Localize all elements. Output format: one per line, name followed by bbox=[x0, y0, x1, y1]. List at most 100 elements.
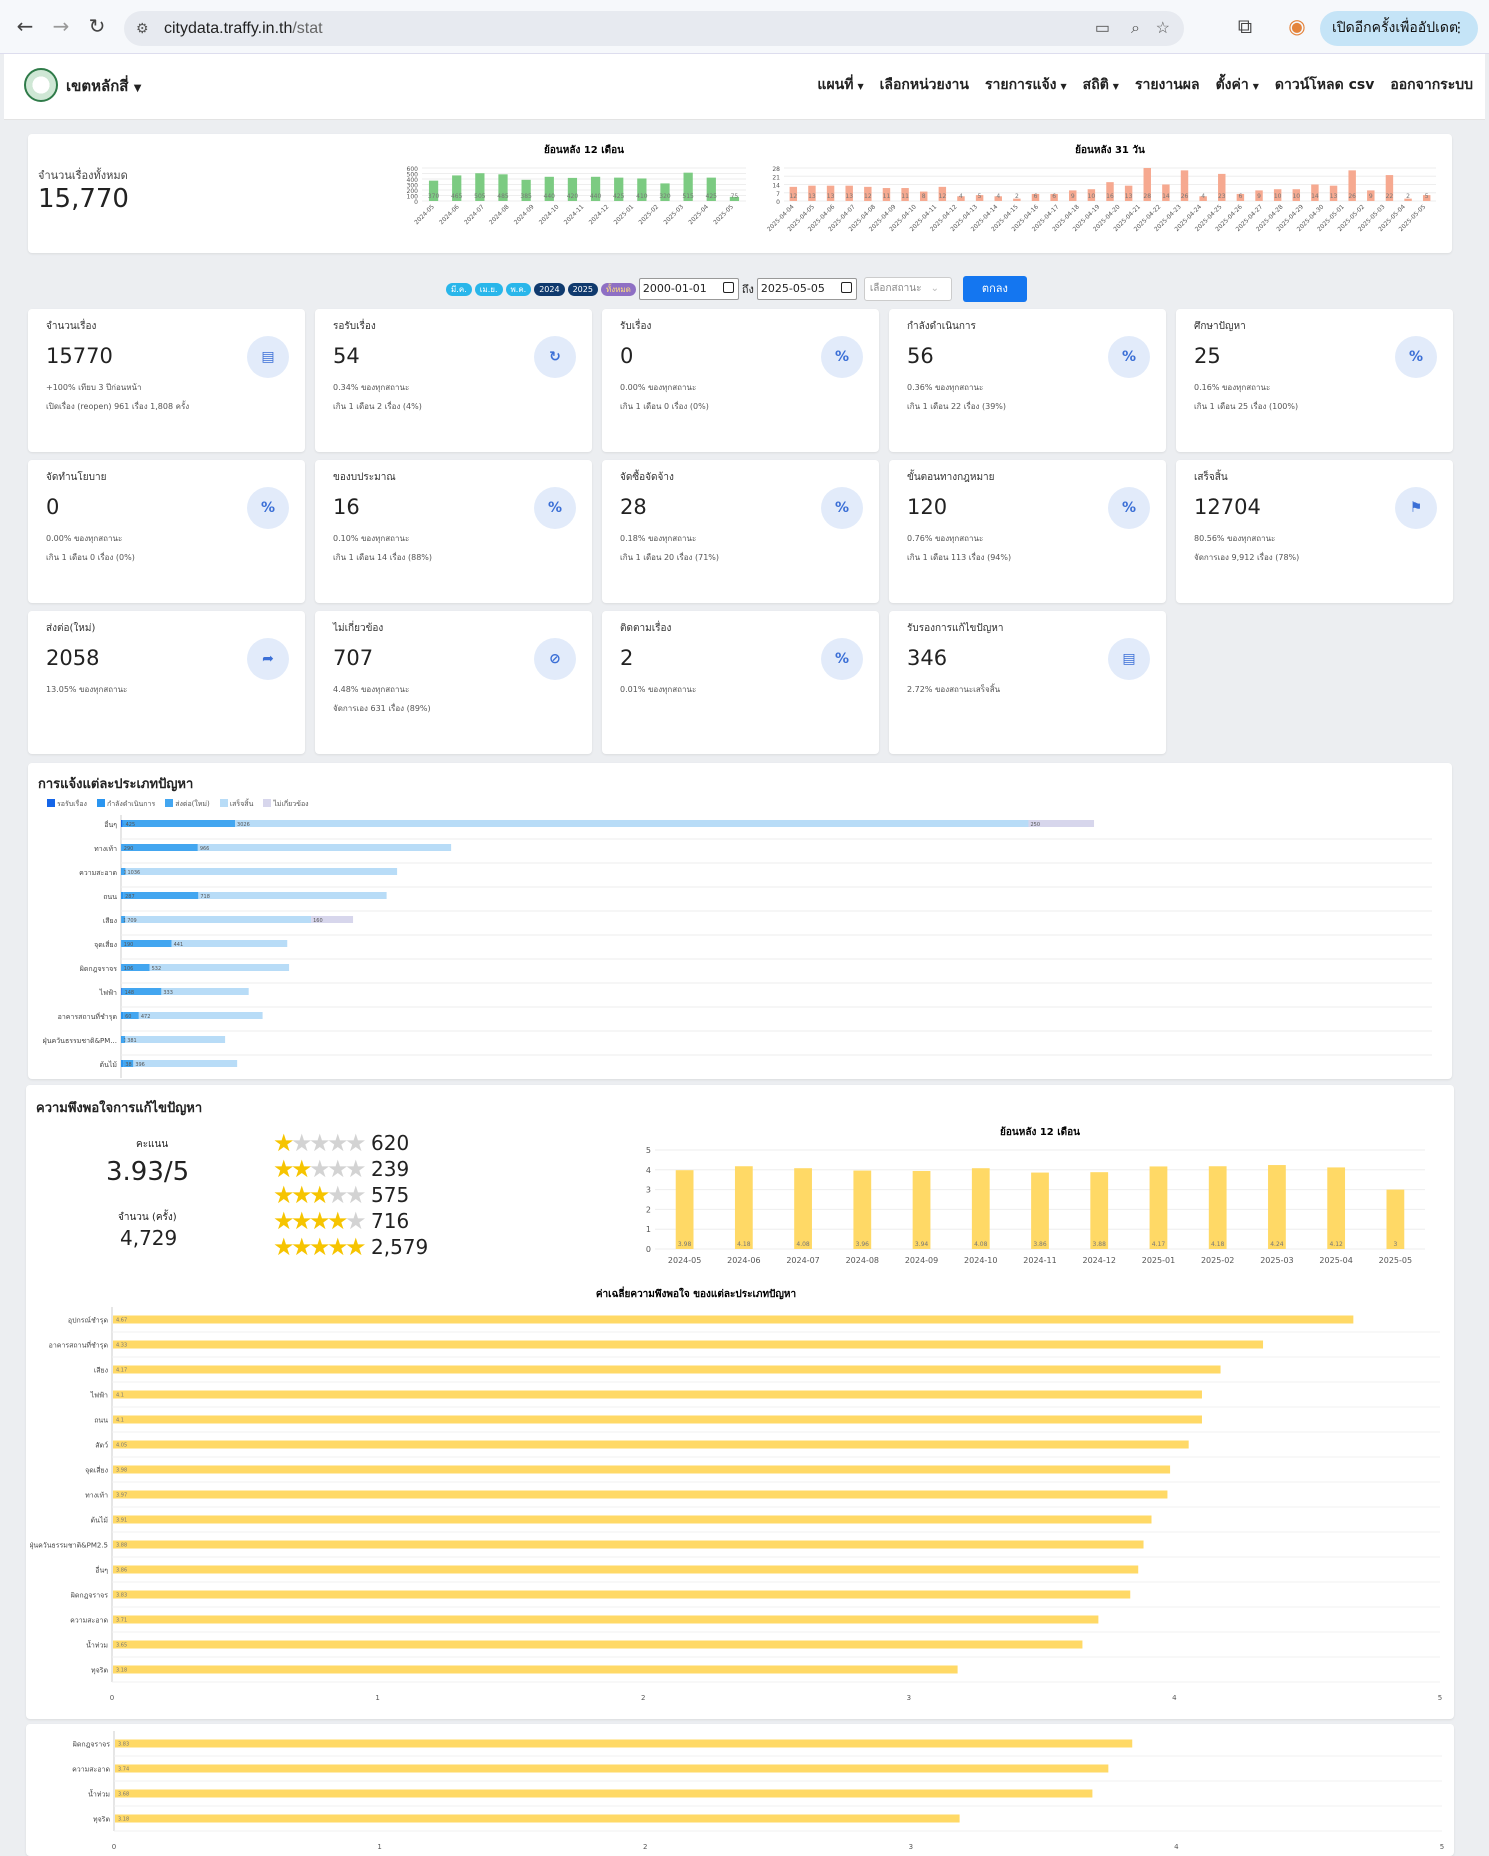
status-card[interactable]: ไม่เกี่ยวข้อง 707 4.48% ของทุกสถานะ จัดการเ… bbox=[315, 611, 592, 754]
status-overdue[interactable]: เกิน 1 เดือน 2 เรื่อง (4%) bbox=[333, 400, 422, 413]
zoom-icon[interactable]: ⌕ bbox=[1131, 11, 1140, 46]
extensions-icon[interactable]: ⧉ bbox=[1232, 14, 1258, 38]
bar-value-label: 13 bbox=[1125, 193, 1133, 200]
status-overdue[interactable]: เกิน 1 เดือน 113 เรื่อง (94%) bbox=[907, 551, 1011, 564]
menu-item-5[interactable]: ตั้งค่า ▼ bbox=[1216, 74, 1259, 96]
x-tick-label: 2025-05 bbox=[1379, 1256, 1412, 1265]
bar-value-label: 12 bbox=[864, 193, 872, 200]
bar-value-label: 3.74 bbox=[118, 1767, 129, 1773]
bar bbox=[113, 1590, 1131, 1599]
status-overdue[interactable]: เปิดเรื่อง (reopen) 961 เรื่อง 1,808 ครั… bbox=[46, 400, 189, 413]
status-percent: 0.16% ของทุกสถานะ bbox=[1194, 383, 1271, 392]
reload-icon[interactable]: ↻ bbox=[84, 14, 110, 38]
district-selector[interactable]: เขตหลักสี่ ▼ bbox=[66, 74, 141, 98]
stacked-bar-segment bbox=[125, 868, 398, 875]
forward-icon[interactable]: → bbox=[48, 14, 74, 38]
caret-icon: ▼ bbox=[1112, 82, 1119, 91]
x-tick-label: 2024-07 bbox=[786, 1256, 819, 1265]
status-card[interactable]: ติดตามเรื่อง 2 0.01% ของทุกสถานะ% bbox=[602, 611, 879, 754]
percent-icon: % bbox=[821, 638, 863, 680]
filter-chip[interactable]: ทั้งหมด bbox=[600, 282, 636, 296]
bar-value-label: 22 bbox=[1386, 193, 1394, 200]
profile-avatar-icon[interactable]: ◉ bbox=[1284, 14, 1310, 38]
status-overdue[interactable]: เกิน 1 เดือน 22 เรื่อง (39%) bbox=[907, 400, 1006, 413]
x-tick-label: 4 bbox=[1174, 1843, 1179, 1851]
score-label: คะแนน bbox=[136, 1139, 169, 1150]
star-icon: ★ bbox=[345, 1155, 367, 1183]
kebab-menu-icon[interactable]: ⋮ bbox=[1452, 11, 1466, 46]
site-settings-icon[interactable]: ⚙ bbox=[136, 11, 149, 46]
status-overdue[interactable]: เกิน 1 เดือน 0 เรื่อง (0%) bbox=[46, 551, 135, 564]
calendar-icon[interactable] bbox=[840, 282, 852, 293]
filter-chip[interactable]: มี.ค. bbox=[446, 282, 472, 296]
status-card[interactable]: จัดซื้อจัดจ้าง 28 0.18% ของทุกสถานะ เกิน 1 … bbox=[602, 460, 879, 603]
menu-item-6[interactable]: ดาวน์โหลด csv bbox=[1275, 74, 1374, 96]
legend-item[interactable]: เสร็จสิ้น bbox=[219, 799, 253, 810]
bar-value-label: 2 bbox=[1406, 193, 1410, 200]
main-menu: แผนที่ ▼ เลือกหน่วยงาน รายการแจ้ง ▼ สถิติ ▼ ราย… bbox=[817, 74, 1473, 96]
total-label: จำนวนเรื่องทั้งหมด bbox=[38, 169, 128, 182]
status-card[interactable]: จำนวนเรื่อง 15770 +100% เทียบ 3 ปีก่อนหน้า… bbox=[28, 309, 305, 452]
bar-value-label: 515 bbox=[682, 193, 694, 200]
bar-value-label: 4.08 bbox=[796, 1241, 810, 1248]
status-card[interactable]: เสร็จสิ้น 12704 80.56% ของทุกสถานะ จัดการเอ… bbox=[1176, 460, 1453, 603]
caret-icon: ▼ bbox=[857, 82, 864, 91]
bar-value-label: 6 bbox=[1034, 193, 1038, 200]
filter-chip[interactable]: 2025 bbox=[567, 282, 598, 296]
menu-item-7[interactable]: ออกจากระบบ bbox=[1390, 74, 1473, 96]
status-card[interactable]: รับรองการแก้ไขปัญหา 346 2.72% ของสถานะเสร็… bbox=[889, 611, 1166, 754]
status-card[interactable]: ศึกษาปัญหา 25 0.16% ของทุกสถานะ เกิน 1 เดือ… bbox=[1176, 309, 1453, 452]
status-card[interactable]: กำลังดำเนินการ 56 0.36% ของทุกสถานะ เกิน 1 … bbox=[889, 309, 1166, 452]
filter-chip[interactable]: 2024 bbox=[534, 282, 565, 296]
filter-chip[interactable]: เม.ย. bbox=[474, 282, 503, 296]
status-overdue[interactable]: จัดการเอง 631 เรื่อง (89%) bbox=[333, 702, 431, 715]
document-icon: ▤ bbox=[247, 336, 289, 378]
legend-item[interactable]: รอรับเรื่อง bbox=[47, 799, 87, 810]
status-select[interactable]: เลือกสถานะ ⌄ bbox=[863, 277, 952, 301]
status-overdue[interactable]: เกิน 1 เดือน 0 เรื่อง (0%) bbox=[620, 400, 709, 413]
x-tick-label: 2024-05 bbox=[668, 1256, 701, 1265]
segment-value-label: 287 bbox=[125, 894, 135, 900]
status-overdue[interactable]: เกิน 1 เดือน 14 เรื่อง (88%) bbox=[333, 551, 432, 564]
status-card[interactable]: รอรับเรื่อง 54 0.34% ของทุกสถานะ เกิน 1 เดื… bbox=[315, 309, 592, 452]
menu-item-2[interactable]: รายการแจ้ง ▼ bbox=[985, 74, 1067, 96]
calendar-icon[interactable] bbox=[722, 282, 734, 293]
status-overdue[interactable]: เกิน 1 เดือน 20 เรื่อง (71%) bbox=[620, 551, 719, 564]
date-to-input[interactable]: 2025-05-05 bbox=[756, 278, 857, 300]
status-card[interactable]: ขั้นตอนทางกฎหมาย 120 0.76% ของทุกสถานะ เกิน… bbox=[889, 460, 1166, 603]
bar-value-label: 16 bbox=[1106, 193, 1114, 200]
ok-button[interactable]: ตกลง bbox=[962, 276, 1027, 302]
segment-value-label: 532 bbox=[152, 966, 162, 972]
star-icon: ★ bbox=[309, 1233, 331, 1261]
bar-value-label: 3.86 bbox=[116, 1568, 127, 1574]
update-button[interactable]: เปิดอีกครั้งเพื่ออัปเดต ⋮ bbox=[1320, 11, 1478, 46]
x-tick-label: 2024-07 bbox=[463, 203, 486, 226]
segment-value-label: 381 bbox=[127, 1038, 137, 1044]
install-icon[interactable]: ▭ bbox=[1095, 11, 1110, 46]
status-overdue[interactable]: จัดการเอง 9,912 เรื่อง (78%) bbox=[1194, 551, 1299, 564]
menu-item-0[interactable]: แผนที่ ▼ bbox=[817, 74, 863, 96]
legend-item[interactable]: กำลังดำเนินการ bbox=[96, 799, 155, 810]
date-from-input[interactable]: 2000-01-01 bbox=[638, 278, 739, 300]
stacked-bar-segment bbox=[161, 988, 249, 995]
bookmark-star-icon[interactable]: ☆ bbox=[1156, 11, 1170, 46]
legend-item[interactable]: ส่งต่อ(ใหม่) bbox=[165, 799, 210, 810]
filter-chip[interactable]: พ.ค. bbox=[505, 282, 532, 296]
address-bar[interactable]: ⚙ citydata.traffy.in.th/stat ▭ ⌕ ☆ bbox=[124, 11, 1184, 46]
y-tick-label: 21 bbox=[772, 174, 780, 181]
menu-item-3[interactable]: สถิติ ▼ bbox=[1083, 74, 1119, 96]
menu-item-4[interactable]: รายงานผล bbox=[1135, 74, 1200, 96]
status-overdue[interactable]: เกิน 1 เดือน 25 เรื่อง (100%) bbox=[1194, 400, 1298, 413]
bar-value-label: 13 bbox=[1330, 193, 1338, 200]
status-card[interactable]: ส่งต่อ(ใหม่) 2058 13.05% ของทุกสถานะ ➦ bbox=[28, 611, 305, 754]
status-card[interactable]: รับเรื่อง 0 0.00% ของทุกสถานะ เกิน 1 เดือน … bbox=[602, 309, 879, 452]
star-icon: ★ bbox=[291, 1233, 313, 1261]
legend-item[interactable]: ไม่เกี่ยวข้อง bbox=[263, 799, 309, 810]
status-card[interactable]: จัดทำนโยบาย 0 0.00% ของทุกสถานะ เกิน 1 เดือ… bbox=[28, 460, 305, 603]
stacked-bar-segment bbox=[138, 1012, 263, 1019]
menu-item-1[interactable]: เลือกหน่วยงาน bbox=[880, 74, 969, 96]
status-card[interactable]: ของบประมาณ 16 0.10% ของทุกสถานะ เกิน 1 เดือ… bbox=[315, 460, 592, 603]
back-icon[interactable]: ← bbox=[12, 14, 38, 38]
y-tick-label: 14 bbox=[772, 183, 780, 190]
category-label: ถนน bbox=[103, 893, 117, 901]
